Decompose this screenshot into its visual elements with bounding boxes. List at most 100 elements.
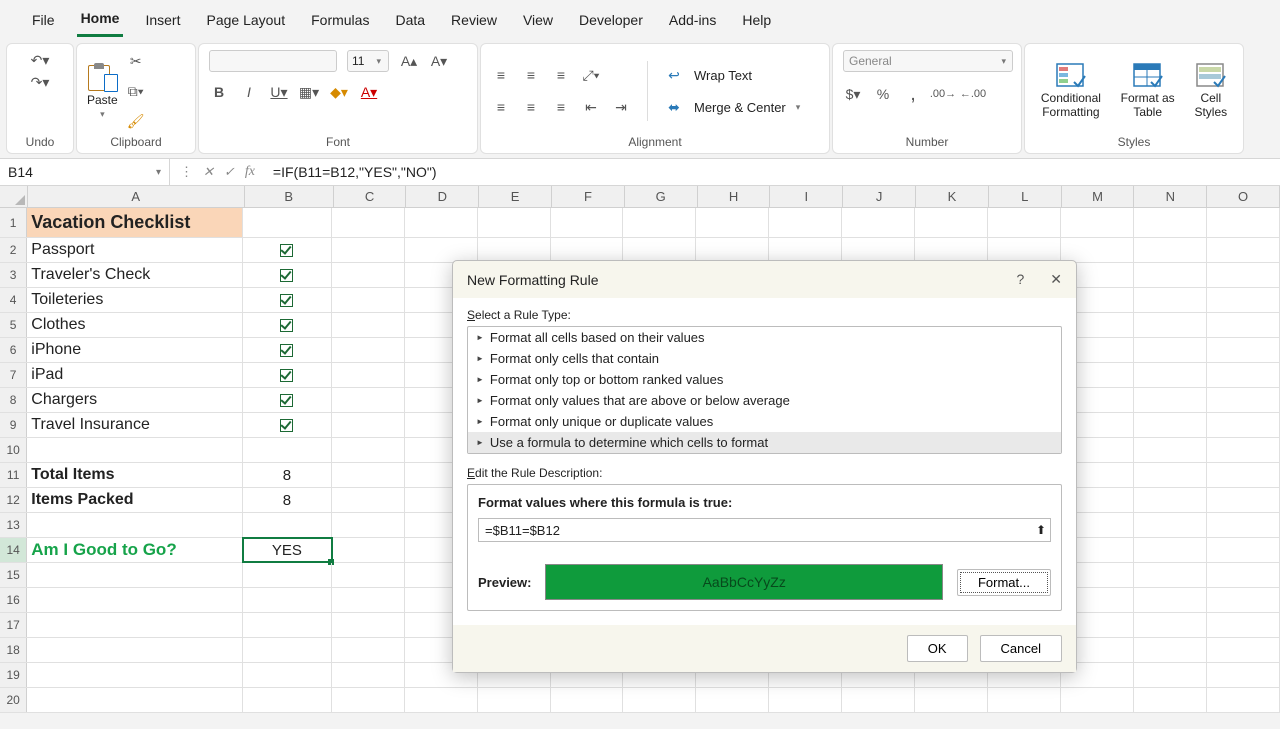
cell-N18[interactable] <box>1134 638 1207 662</box>
menu-help[interactable]: Help <box>738 8 775 36</box>
cell-O17[interactable] <box>1207 613 1280 637</box>
cell-O11[interactable] <box>1207 463 1280 487</box>
fx-icon[interactable]: fx <box>245 164 255 180</box>
checkbox-icon[interactable] <box>280 269 293 282</box>
cell-N5[interactable] <box>1134 313 1207 337</box>
cell-O3[interactable] <box>1207 263 1280 287</box>
cell-N20[interactable] <box>1134 688 1207 712</box>
cell-D2[interactable] <box>405 238 478 262</box>
cell-N8[interactable] <box>1134 388 1207 412</box>
cell-N1[interactable] <box>1134 208 1207 237</box>
row-header-3[interactable]: 3 <box>0 263 27 287</box>
align-bottom-icon[interactable]: ≡ <box>551 65 571 85</box>
menu-review[interactable]: Review <box>447 8 501 36</box>
comma-icon[interactable]: , <box>903 84 923 104</box>
cell-C16[interactable] <box>332 588 405 612</box>
cell-C3[interactable] <box>332 263 405 287</box>
cell-M2[interactable] <box>1061 238 1134 262</box>
col-header-H[interactable]: H <box>698 186 771 207</box>
dialog-titlebar[interactable]: New Formatting Rule ? ✕ <box>453 261 1076 298</box>
cell-C18[interactable] <box>332 638 405 662</box>
cell-C1[interactable] <box>332 208 405 237</box>
cell-B12[interactable]: 8 <box>243 488 332 512</box>
cell-I20[interactable] <box>769 688 842 712</box>
col-header-N[interactable]: N <box>1134 186 1207 207</box>
underline-icon[interactable]: U▾ <box>269 82 289 102</box>
cell-A14[interactable]: Am I Good to Go? <box>27 538 243 562</box>
col-header-E[interactable]: E <box>479 186 552 207</box>
cell-O5[interactable] <box>1207 313 1280 337</box>
increase-indent-icon[interactable]: ⇥ <box>611 97 631 117</box>
cell-H1[interactable] <box>696 208 769 237</box>
cell-B7[interactable] <box>243 363 332 387</box>
cell-A12[interactable]: Items Packed <box>27 488 243 512</box>
cancel-formula-icon[interactable]: ✕ <box>203 164 214 180</box>
cell-B9[interactable] <box>243 413 332 437</box>
font-name-input[interactable] <box>209 50 337 72</box>
cell-A5[interactable]: Clothes <box>27 313 243 337</box>
cell-A4[interactable]: Toileteries <box>27 288 243 312</box>
cell-A18[interactable] <box>27 638 243 662</box>
menu-insert[interactable]: Insert <box>141 8 184 36</box>
row-header-4[interactable]: 4 <box>0 288 27 312</box>
cell-N10[interactable] <box>1134 438 1207 462</box>
cell-C13[interactable] <box>332 513 405 537</box>
row-header-2[interactable]: 2 <box>0 238 27 262</box>
cell-B17[interactable] <box>243 613 332 637</box>
row-header-20[interactable]: 20 <box>0 688 27 712</box>
cell-N11[interactable] <box>1134 463 1207 487</box>
cell-A20[interactable] <box>27 688 243 712</box>
cell-C17[interactable] <box>332 613 405 637</box>
cell-N19[interactable] <box>1134 663 1207 687</box>
cell-K20[interactable] <box>915 688 988 712</box>
cell-M1[interactable] <box>1061 208 1134 237</box>
col-header-A[interactable]: A <box>28 186 245 207</box>
cell-C11[interactable] <box>332 463 405 487</box>
cell-E20[interactable] <box>478 688 551 712</box>
font-size-input[interactable]: 11 <box>347 50 389 72</box>
rule-option-0[interactable]: Format all cells based on their values <box>468 327 1061 348</box>
italic-icon[interactable]: I <box>239 82 259 102</box>
col-header-O[interactable]: O <box>1207 186 1280 207</box>
merge-center-button[interactable]: ⬌Merge & Center ▾ <box>664 97 800 117</box>
cell-C2[interactable] <box>332 238 405 262</box>
font-color-icon[interactable]: A▾ <box>359 82 379 102</box>
name-box[interactable]: B14▾ <box>0 159 170 185</box>
row-header-12[interactable]: 12 <box>0 488 27 512</box>
cell-N15[interactable] <box>1134 563 1207 587</box>
cell-D1[interactable] <box>405 208 478 237</box>
cell-C12[interactable] <box>332 488 405 512</box>
cell-styles-button[interactable]: Cell Styles <box>1190 61 1231 120</box>
cell-C20[interactable] <box>332 688 405 712</box>
row-header-5[interactable]: 5 <box>0 313 27 337</box>
cell-A2[interactable]: Passport <box>27 238 243 262</box>
formula-input[interactable]: =$B11=$B12 ⬆ <box>478 518 1051 542</box>
decrease-decimal-icon[interactable]: ←.00 <box>963 84 983 104</box>
cell-G1[interactable] <box>623 208 696 237</box>
col-header-C[interactable]: C <box>334 186 407 207</box>
format-as-table-button[interactable]: Format as Table <box>1117 61 1179 120</box>
cell-C7[interactable] <box>332 363 405 387</box>
select-all-triangle[interactable] <box>0 186 28 207</box>
cell-L2[interactable] <box>988 238 1061 262</box>
cell-J1[interactable] <box>842 208 915 237</box>
borders-icon[interactable]: ▦▾ <box>299 82 319 102</box>
cell-B1[interactable] <box>243 208 332 237</box>
fill-color-icon[interactable]: ◆▾ <box>329 82 349 102</box>
cell-B6[interactable] <box>243 338 332 362</box>
cell-C5[interactable] <box>332 313 405 337</box>
cell-K2[interactable] <box>915 238 988 262</box>
rule-type-list[interactable]: Format all cells based on their valuesFo… <box>467 326 1062 454</box>
cell-H2[interactable] <box>696 238 769 262</box>
row-header-15[interactable]: 15 <box>0 563 27 587</box>
cell-C8[interactable] <box>332 388 405 412</box>
row-header-8[interactable]: 8 <box>0 388 27 412</box>
cell-N3[interactable] <box>1134 263 1207 287</box>
cell-B18[interactable] <box>243 638 332 662</box>
enter-formula-icon[interactable]: ✓ <box>224 164 235 180</box>
cell-A9[interactable]: Travel Insurance <box>27 413 243 437</box>
checkbox-icon[interactable] <box>280 319 293 332</box>
cell-I1[interactable] <box>769 208 842 237</box>
cell-B2[interactable] <box>243 238 332 262</box>
cell-A16[interactable] <box>27 588 243 612</box>
